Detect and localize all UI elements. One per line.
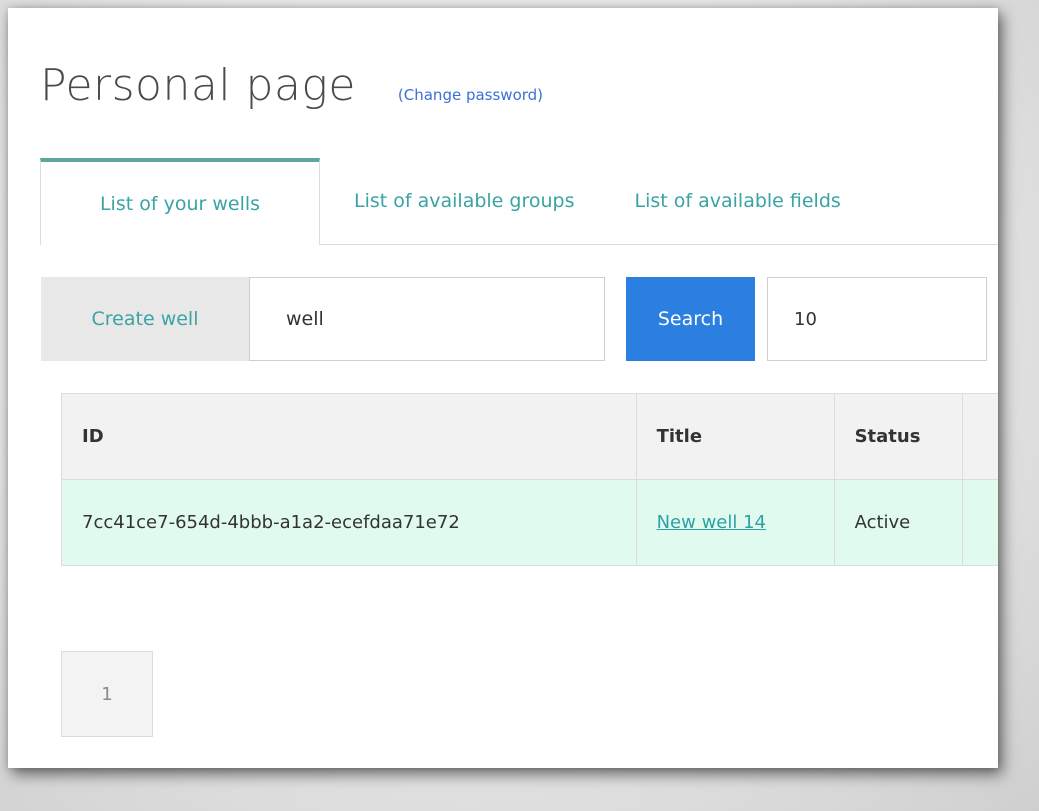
tab-your-wells[interactable]: List of your wells <box>40 158 320 245</box>
per-page-select[interactable]: 10 <box>767 277 987 361</box>
tab-bar: List of your wells List of available gro… <box>40 154 998 245</box>
create-well-button[interactable]: Create well <box>41 277 249 361</box>
search-input[interactable] <box>249 277 605 361</box>
table-row[interactable]: 7cc41ce7-654d-4bbb-a1a2-ecefdaa71e72 New… <box>61 479 998 566</box>
table-header-row: ID Title Status <box>61 393 998 480</box>
tab-available-fields[interactable]: List of available fields <box>605 158 871 244</box>
page-header: Personal page (Change password) <box>40 64 543 108</box>
pagination-page-button[interactable]: 1 <box>61 651 153 737</box>
change-password-link[interactable]: (Change password) <box>398 86 543 104</box>
per-page-value: 10 <box>794 308 817 330</box>
wells-table-container: ID Title Status 7cc41ce7-654d-4bbb-a1a2-… <box>61 393 998 566</box>
search-button[interactable]: Search <box>626 277 755 361</box>
cell-title: New well 14 <box>635 479 835 566</box>
cell-id: 7cc41ce7-654d-4bbb-a1a2-ecefdaa71e72 <box>61 479 637 566</box>
cell-status: Active <box>833 479 963 566</box>
column-header-id[interactable]: ID <box>61 393 637 480</box>
column-header-title[interactable]: Title <box>635 393 835 480</box>
column-header-status[interactable]: Status <box>833 393 963 480</box>
page-panel: Personal page (Change password) List of … <box>8 8 998 768</box>
cell-more <box>961 479 998 566</box>
page-title: Personal page <box>40 60 356 111</box>
column-header-more <box>961 393 998 480</box>
wells-table: ID Title Status 7cc41ce7-654d-4bbb-a1a2-… <box>61 393 998 566</box>
well-title-link[interactable]: New well 14 <box>657 512 766 533</box>
wells-toolbar: Create well Search 10 <box>41 277 987 361</box>
tab-available-groups[interactable]: List of available groups <box>320 158 605 244</box>
